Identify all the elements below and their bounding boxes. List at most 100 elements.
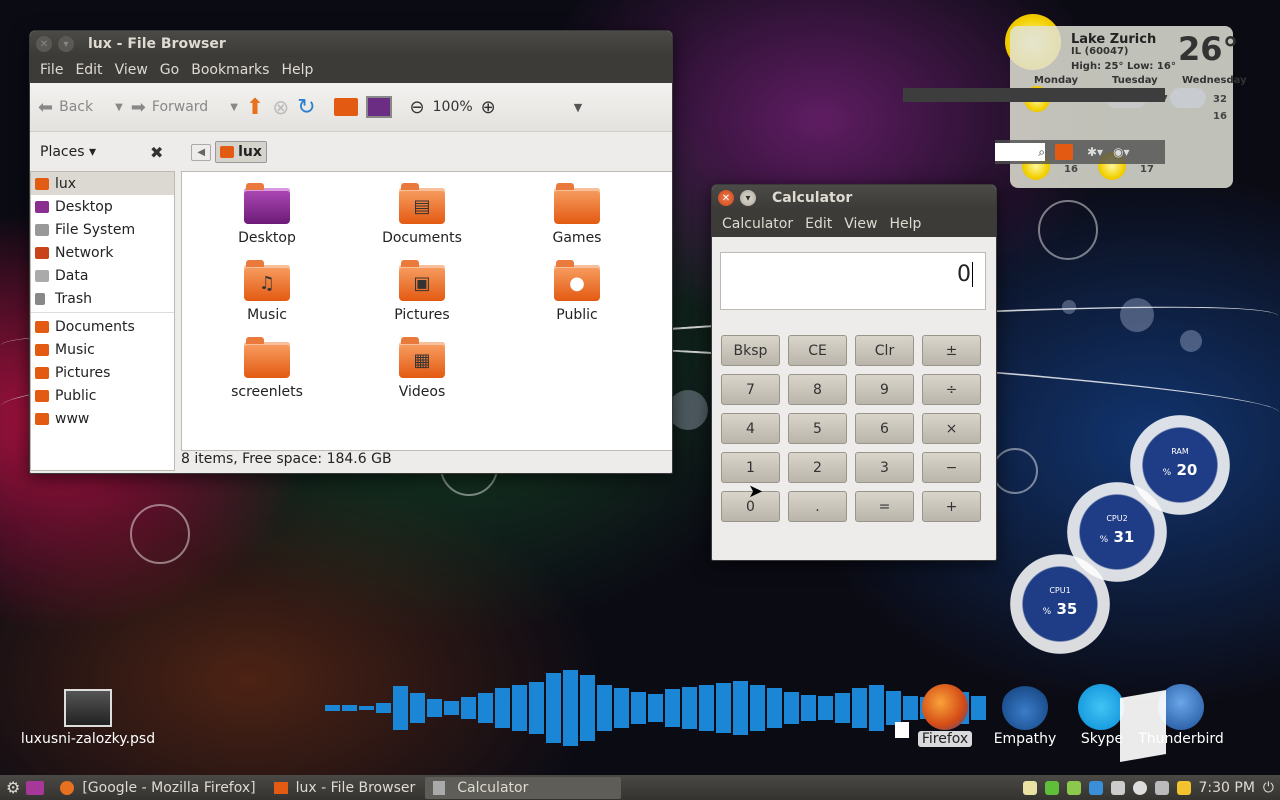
- notes-icon[interactable]: [1022, 780, 1037, 795]
- menu-view[interactable]: View: [109, 62, 154, 78]
- home-icon[interactable]: [333, 98, 358, 116]
- file-item-screenlets[interactable]: screenlets: [212, 337, 322, 400]
- key-9[interactable]: 9: [855, 374, 914, 405]
- chevron-down-icon[interactable]: ▼: [115, 102, 123, 113]
- menu-edit[interactable]: Edit: [69, 62, 108, 78]
- calculator-titlebar[interactable]: ✕ ▾ Calculator: [712, 185, 996, 211]
- home-icon[interactable]: [1055, 144, 1073, 160]
- stop-icon[interactable]: ⊗: [272, 95, 289, 119]
- menu-calculator[interactable]: Calculator: [716, 216, 799, 232]
- dock-label-firefox[interactable]: Firefox: [918, 731, 972, 747]
- sidebar-item-public[interactable]: Public: [31, 384, 174, 407]
- key-plus-minus[interactable]: ±: [922, 335, 981, 366]
- zoom-out-icon[interactable]: ⊖: [410, 97, 425, 118]
- settings-icon[interactable]: ✱▾: [1087, 145, 1103, 159]
- sidebar-item-documents[interactable]: Documents: [31, 315, 174, 338]
- computer-icon[interactable]: [365, 96, 392, 118]
- edit-icon[interactable]: [1176, 780, 1191, 795]
- dock-label-empathy[interactable]: Empathy: [990, 731, 1060, 747]
- key-decimal[interactable]: .: [788, 491, 847, 522]
- skype-icon[interactable]: [1078, 684, 1124, 730]
- minimize-icon[interactable]: ▾: [58, 36, 74, 52]
- clock[interactable]: 7:30 PM: [1199, 780, 1255, 796]
- file-item-desktop[interactable]: Desktop: [212, 183, 322, 246]
- view-chevron-down-icon[interactable]: ▼: [574, 101, 582, 114]
- power-icon[interactable]: ⏻: [1263, 780, 1274, 796]
- zoom-in-icon[interactable]: ⊕: [481, 97, 496, 118]
- close-icon[interactable]: ✕: [718, 190, 734, 206]
- wifi-icon[interactable]: [1132, 780, 1147, 795]
- sidebar-item-desktop[interactable]: Desktop: [31, 195, 174, 218]
- menu-edit[interactable]: Edit: [799, 216, 838, 232]
- sidebar-item-lux[interactable]: lux: [31, 172, 174, 195]
- key-7[interactable]: 7: [721, 374, 780, 405]
- menu-help[interactable]: Help: [275, 62, 319, 78]
- menu-help[interactable]: Help: [883, 216, 927, 232]
- menu-file[interactable]: File: [34, 62, 69, 78]
- key-equals[interactable]: =: [855, 491, 914, 522]
- file-item-public[interactable]: ● Public: [522, 260, 632, 323]
- show-desktop-icon[interactable]: [26, 780, 45, 795]
- key-4[interactable]: 4: [721, 413, 780, 444]
- sidebar-item-file-system[interactable]: File System: [31, 218, 174, 241]
- back-button[interactable]: ⬅ Back ▼: [38, 97, 123, 118]
- key-5[interactable]: 5: [788, 413, 847, 444]
- chevron-down-icon[interactable]: ▼: [230, 102, 238, 113]
- file-item-documents[interactable]: ▤ Documents: [367, 183, 477, 246]
- file-item-pictures[interactable]: ▣ Pictures: [367, 260, 477, 323]
- reload-icon[interactable]: ↻: [297, 95, 315, 120]
- task-firefox[interactable]: [Google - Mozilla Firefox]: [52, 777, 263, 799]
- sidebar-item-network[interactable]: Network: [31, 241, 174, 264]
- key-1[interactable]: 1: [721, 452, 780, 483]
- key-clear-entry[interactable]: CE: [788, 335, 847, 366]
- sidebar-item-www[interactable]: www: [31, 407, 174, 430]
- places-dropdown[interactable]: Places ▾: [40, 144, 150, 160]
- calculator-display[interactable]: 0: [720, 252, 986, 310]
- sidebar-item-pictures[interactable]: Pictures: [31, 361, 174, 384]
- key-add[interactable]: +: [922, 491, 981, 522]
- file-browser-titlebar[interactable]: ✕ ▾ lux - File Browser: [30, 31, 672, 57]
- close-sidebar-icon[interactable]: ✖: [150, 143, 163, 162]
- key-clear[interactable]: Clr: [855, 335, 914, 366]
- battery-icon[interactable]: [1154, 780, 1169, 795]
- key-divide[interactable]: ÷: [922, 374, 981, 405]
- key-subtract[interactable]: −: [922, 452, 981, 483]
- firefox-icon[interactable]: [922, 684, 968, 730]
- empathy-icon[interactable]: [1002, 684, 1048, 730]
- key-backspace[interactable]: Bksp: [721, 335, 780, 366]
- forward-button[interactable]: ➡ Forward ▼: [131, 97, 238, 118]
- sidebar-item-trash[interactable]: Trash: [31, 287, 174, 310]
- network-icon[interactable]: [1110, 780, 1125, 795]
- task-calculator[interactable]: Calculator: [425, 776, 622, 799]
- dropbox-icon[interactable]: [1088, 780, 1103, 795]
- menu-bookmarks[interactable]: Bookmarks: [185, 62, 275, 78]
- bokeh-dot: [1062, 300, 1076, 314]
- color-wheel-icon[interactable]: ◉▾: [1113, 145, 1130, 159]
- check-icon[interactable]: [1044, 780, 1059, 795]
- gear-icon[interactable]: ⚙: [6, 778, 20, 797]
- key-8[interactable]: 8: [788, 374, 847, 405]
- chat-icon[interactable]: [1066, 780, 1081, 795]
- weather-low-monday: 16: [1064, 164, 1078, 175]
- minimize-icon[interactable]: ▾: [740, 190, 756, 206]
- file-item-videos[interactable]: ▦ Videos: [367, 337, 477, 400]
- task-file-browser[interactable]: lux - File Browser: [266, 777, 424, 799]
- file-item-games[interactable]: Games: [522, 183, 632, 246]
- path-left-arrow-icon[interactable]: ◀: [191, 143, 212, 161]
- menu-view[interactable]: View: [838, 216, 883, 232]
- key-6[interactable]: 6: [855, 413, 914, 444]
- path-button-lux[interactable]: lux: [215, 141, 267, 163]
- up-arrow-icon[interactable]: ⬆: [246, 95, 264, 120]
- desktop-folder-icon: [244, 183, 290, 224]
- desktop-file-label[interactable]: luxusni-zalozky.psd: [20, 731, 156, 747]
- psd-file-icon[interactable]: [64, 689, 112, 727]
- close-icon[interactable]: ✕: [36, 36, 52, 52]
- sidebar-item-data[interactable]: Data: [31, 264, 174, 287]
- key-3[interactable]: 3: [855, 452, 914, 483]
- key-2[interactable]: 2: [788, 452, 847, 483]
- widget-search-input[interactable]: ⌕: [995, 143, 1045, 161]
- key-multiply[interactable]: ×: [922, 413, 981, 444]
- file-item-music[interactable]: ♫ Music: [212, 260, 322, 323]
- menu-go[interactable]: Go: [154, 62, 185, 78]
- sidebar-item-music[interactable]: Music: [31, 338, 174, 361]
